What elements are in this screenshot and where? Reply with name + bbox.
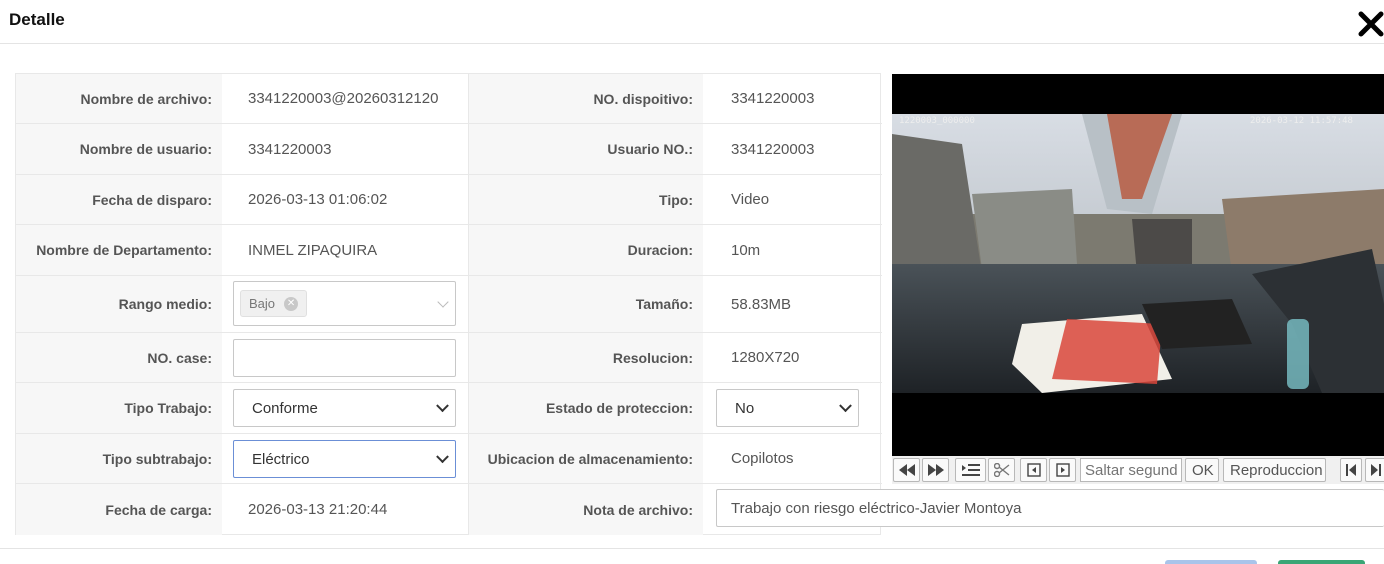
value-nombre-usuario: 3341220003 — [248, 140, 332, 158]
chevron-down-icon — [839, 399, 852, 413]
detail-dialog: Detalle Nombre de archivo: 3341220003@20… — [0, 0, 1384, 564]
tipo-trabajo-select[interactable]: Conforme — [233, 389, 456, 427]
label-departamento: Nombre de Departamento: — [16, 225, 222, 275]
label-no-case: NO. case: — [16, 333, 222, 382]
value-no-dispositivo: 3341220003 — [731, 90, 815, 107]
list-icon[interactable] — [955, 458, 986, 482]
label-estado-proteccion: Estado de proteccion: — [468, 383, 703, 433]
form-row: Fecha de disparo: 2026-03-13 01:06:02 Ti… — [16, 175, 882, 225]
form-row: Tipo subtrabajo: Eléctrico Ubicacion de … — [16, 434, 882, 484]
label-fecha-carga: Fecha de carga: — [16, 484, 222, 535]
form-row: Rango medio: Bajo ✕ Tamaño: 58.83MB — [16, 276, 882, 333]
value-fecha-disparo: 2026-03-13 01:06:02 — [248, 191, 388, 208]
chevron-down-icon — [437, 295, 449, 308]
skip-end-icon[interactable] — [1365, 458, 1384, 482]
form-row: NO. case: Resolucion: 1280X720 — [16, 333, 882, 383]
value-departamento: INMEL ZIPAQUIRA — [248, 241, 378, 259]
label-no-dispositivo: NO. dispoitivo: — [468, 74, 703, 123]
chevron-down-icon — [436, 450, 449, 464]
playback-button[interactable]: Reproduccion — [1223, 458, 1326, 482]
label-tipo: Tipo: — [468, 175, 703, 224]
label-ubicacion: Ubicacion de almacenamiento: — [468, 434, 703, 483]
rewind-icon[interactable] — [893, 458, 920, 482]
estado-proteccion-select[interactable]: No — [716, 389, 859, 427]
tipo-subtrabajo-select[interactable]: Eléctrico — [233, 440, 456, 478]
label-duracion: Duracion: — [468, 225, 703, 275]
label-tipo-trabajo: Tipo Trabajo: — [16, 383, 222, 433]
form-row: Nombre de archivo: 3341220003@2026031212… — [16, 74, 882, 124]
seek-seconds-input[interactable] — [1080, 458, 1182, 482]
label-nota-archivo: Nota de archivo: — [468, 484, 703, 535]
tag-remove-icon[interactable]: ✕ — [284, 296, 299, 311]
rango-medio-select[interactable]: Bajo ✕ — [233, 281, 456, 326]
estado-proteccion-value: No — [735, 399, 755, 417]
scissors-icon[interactable] — [988, 458, 1015, 482]
player-controls: OK Reproduccion — [892, 456, 1384, 484]
label-nombre-archivo: Nombre de archivo: — [16, 74, 222, 123]
value-duracion: 10m — [731, 241, 761, 259]
video-frame — [892, 74, 1384, 456]
tipo-trabajo-value: Conforme — [252, 399, 318, 417]
label-resolucion: Resolucion: — [468, 333, 703, 382]
value-usuario-no: 3341220003 — [731, 140, 815, 158]
detail-form: Nombre de archivo: 3341220003@2026031212… — [15, 73, 882, 535]
video-player[interactable]: 1220003_000000 2026-03-12 11:57:48 — [892, 74, 1384, 456]
label-tipo-subtrabajo: Tipo subtrabajo: — [16, 434, 222, 483]
rango-tag-label: Bajo — [249, 296, 276, 311]
form-row: Nombre de Departamento: INMEL ZIPAQUIRA … — [16, 225, 882, 276]
footer-button-primary[interactable] — [1278, 560, 1365, 564]
ok-button[interactable]: OK — [1185, 458, 1219, 482]
footer-divider — [0, 548, 1384, 549]
video-osd-timestamp: 2026-03-12 11:57:48 — [1250, 116, 1353, 126]
no-case-input[interactable] — [233, 339, 456, 377]
label-fecha-disparo: Fecha de disparo: — [16, 175, 222, 224]
form-row: Tipo Trabajo: Conforme Estado de protecc… — [16, 383, 882, 434]
form-row: Nombre de usuario: 3341220003 Usuario NO… — [16, 124, 882, 175]
value-tamano: 58.83MB — [731, 295, 792, 313]
video-osd-id: 1220003_000000 — [899, 116, 975, 126]
rango-tag: Bajo ✕ — [240, 290, 308, 317]
tipo-subtrabajo-value: Eléctrico — [252, 450, 310, 468]
frame-back-icon[interactable] — [1020, 458, 1047, 482]
value-tipo: Video — [731, 191, 770, 208]
fast-forward-icon[interactable] — [922, 458, 949, 482]
chevron-down-icon — [436, 399, 449, 413]
footer-button-secondary[interactable] — [1165, 560, 1257, 564]
label-tamano: Tamaño: — [468, 276, 703, 332]
label-usuario-no: Usuario NO.: — [468, 124, 703, 174]
dialog-header: Detalle — [0, 0, 1384, 44]
nota-archivo-input[interactable]: Trabajo con riesgo eléctrico-Javier Mont… — [716, 489, 1384, 527]
value-resolucion: 1280X720 — [731, 349, 800, 366]
value-fecha-carga: 2026-03-13 21:20:44 — [248, 501, 388, 518]
dialog-title: Detalle — [9, 10, 65, 29]
label-rango-medio: Rango medio: — [16, 276, 222, 332]
close-icon[interactable] — [1357, 8, 1384, 38]
frame-forward-icon[interactable] — [1049, 458, 1076, 482]
label-nombre-usuario: Nombre de usuario: — [16, 124, 222, 174]
value-ubicacion: Copilotos — [731, 450, 794, 467]
value-nombre-archivo: 3341220003@20260312120 — [248, 90, 439, 107]
skip-start-icon[interactable] — [1340, 458, 1362, 482]
